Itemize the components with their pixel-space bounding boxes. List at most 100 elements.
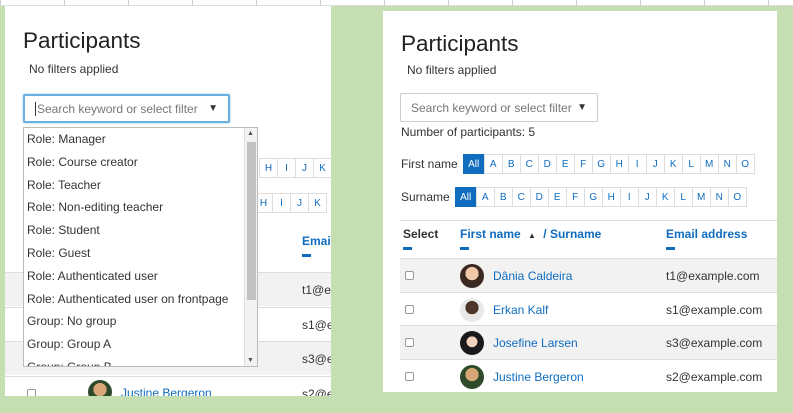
letter-filter-j[interactable]: J (645, 154, 665, 174)
email-sort-link[interactable]: Email (302, 234, 331, 248)
letter-filter-f[interactable]: F (573, 154, 593, 174)
participant-name-link[interactable]: Dânia Caldeira (493, 269, 572, 283)
collapse-icon[interactable] (302, 254, 311, 257)
letter-filter-a[interactable]: A (475, 187, 495, 207)
surname-sort-link[interactable]: / Surname (543, 227, 601, 241)
dropdown-option[interactable]: Role: Authenticated user on frontpage (24, 288, 257, 311)
letter-filter-b[interactable]: B (493, 187, 513, 207)
letter-filter-l[interactable]: L (673, 187, 693, 207)
filters-status: No filters applied (29, 62, 119, 76)
first-name-letter-filter: HIJK (259, 158, 331, 178)
letter-filter-c[interactable]: C (519, 154, 539, 174)
participant-name-link[interactable]: Justine Bergeron (121, 386, 212, 397)
first-name-label: First name (401, 157, 458, 171)
chevron-down-icon[interactable]: ▼ (208, 103, 218, 114)
name-column-header: First name ▲ / Surname (460, 227, 601, 250)
participants-table: Select First name ▲ / Surname Email addr… (400, 220, 777, 392)
letter-filter-h[interactable]: H (259, 158, 278, 178)
letter-filter-g[interactable]: G (583, 187, 603, 207)
letter-filter-e[interactable]: E (547, 187, 567, 207)
dropdown-option[interactable]: Role: Teacher (24, 174, 257, 197)
letter-filter-o[interactable]: O (735, 154, 755, 174)
letter-filter-e[interactable]: E (555, 154, 575, 174)
dropdown-option[interactable]: Role: Course creator (24, 151, 257, 174)
letter-filter-j[interactable]: J (295, 158, 314, 178)
letter-filter-g[interactable]: G (591, 154, 611, 174)
first-name-sort-link[interactable]: First name (460, 227, 521, 241)
letter-filter-k[interactable]: K (655, 187, 675, 207)
table-row: Dânia Caldeira t1@example.com (400, 258, 777, 292)
collapse-icon[interactable] (403, 247, 412, 250)
letter-filter-m[interactable]: M (691, 187, 711, 207)
sort-asc-icon: ▲ (528, 231, 536, 240)
dropdown-option[interactable]: Role: Guest (24, 242, 257, 265)
letter-filter-b[interactable]: B (501, 154, 521, 174)
participant-name-link[interactable]: Erkan Kalf (493, 303, 548, 317)
letter-filter-a[interactable]: A (483, 154, 503, 174)
collapse-icon[interactable] (460, 247, 469, 250)
letter-filter-all[interactable]: All (454, 187, 477, 207)
participant-email: t1@example.com (666, 269, 760, 283)
scrollbar-thumb[interactable] (247, 142, 256, 300)
letter-filter-f[interactable]: F (565, 187, 585, 207)
letter-filter-all[interactable]: All (462, 154, 485, 174)
row-select-checkbox[interactable] (405, 371, 414, 381)
email-column-header: Email address (666, 227, 747, 250)
letter-filter-d[interactable]: D (529, 187, 549, 207)
scroll-down-icon[interactable]: ▼ (247, 357, 254, 364)
letter-filter-i[interactable]: I (627, 154, 647, 174)
letter-filter-i[interactable]: I (277, 158, 296, 178)
select-column-header: Select (403, 227, 438, 250)
chevron-down-icon[interactable]: ▼ (577, 102, 587, 113)
row-select-checkbox[interactable] (405, 271, 414, 280)
email-sort-link[interactable]: Email address (666, 227, 747, 241)
row-select-checkbox[interactable] (405, 338, 414, 347)
dropdown-option[interactable]: Group: Group A (24, 333, 257, 356)
letter-filter-j[interactable]: J (290, 193, 309, 213)
left-participants-panel: Participants No filters applied Search k… (5, 6, 331, 396)
letter-filter-c[interactable]: C (511, 187, 531, 207)
dropdown-option[interactable]: Role: Authenticated user (24, 265, 257, 288)
search-placeholder: Search keyword or select filter (411, 100, 572, 115)
avatar (88, 379, 112, 396)
search-filter-input[interactable]: Search keyword or select filter ▼ (400, 93, 598, 122)
letter-filter-k[interactable]: K (308, 193, 327, 213)
search-placeholder: Search keyword or select filter (37, 101, 198, 116)
letter-filter-o[interactable]: O (727, 187, 747, 207)
row-select-checkbox[interactable] (27, 388, 36, 396)
participant-email: s2@example.com (666, 369, 763, 384)
dropdown-scrollbar[interactable]: ▲ ▼ (244, 128, 257, 366)
dropdown-option[interactable]: Group: Group B (24, 356, 257, 366)
letter-filter-i[interactable]: I (272, 193, 291, 213)
letter-filter-d[interactable]: D (537, 154, 557, 174)
letter-filter-h[interactable]: H (609, 154, 629, 174)
dropdown-option[interactable]: Role: Student (24, 219, 257, 242)
avatar (460, 331, 484, 355)
letter-filter-k[interactable]: K (313, 158, 331, 178)
surname-label: Surname (401, 190, 450, 204)
letter-filter-i[interactable]: I (619, 187, 639, 207)
collapse-icon[interactable] (666, 247, 675, 250)
participant-name-link[interactable]: Justine Bergeron (493, 370, 584, 384)
letter-filter-n[interactable]: N (717, 154, 737, 174)
row-select-checkbox[interactable] (405, 304, 414, 314)
table-row: s2@e Justine Bergeron (5, 375, 331, 397)
letter-filter-h[interactable]: H (601, 187, 621, 207)
email-column-header[interactable]: Email (302, 234, 331, 257)
participants-count: Number of participants: 5 (401, 125, 536, 139)
letter-filter-j[interactable]: J (637, 187, 657, 207)
dropdown-option[interactable]: Group: No group (24, 310, 257, 333)
participant-email: s3@e (302, 352, 331, 366)
scroll-up-icon[interactable]: ▲ (247, 130, 254, 137)
page-title: Participants (23, 28, 141, 53)
letter-filter-l[interactable]: L (681, 154, 701, 174)
letter-filter-m[interactable]: M (699, 154, 719, 174)
participant-name-link[interactable]: Josefine Larsen (493, 336, 578, 350)
letter-filter-k[interactable]: K (663, 154, 683, 174)
letter-filter-n[interactable]: N (709, 187, 729, 207)
search-filter-input[interactable]: Search keyword or select filter ▼ (23, 94, 230, 123)
dropdown-option[interactable]: Role: Non-editing teacher (24, 196, 257, 219)
participant-email: t1@e (302, 283, 331, 297)
dropdown-option[interactable]: Role: Manager (24, 128, 257, 151)
first-name-letter-filter: First name All A B C D E F G H I J K L M N O (401, 154, 755, 174)
